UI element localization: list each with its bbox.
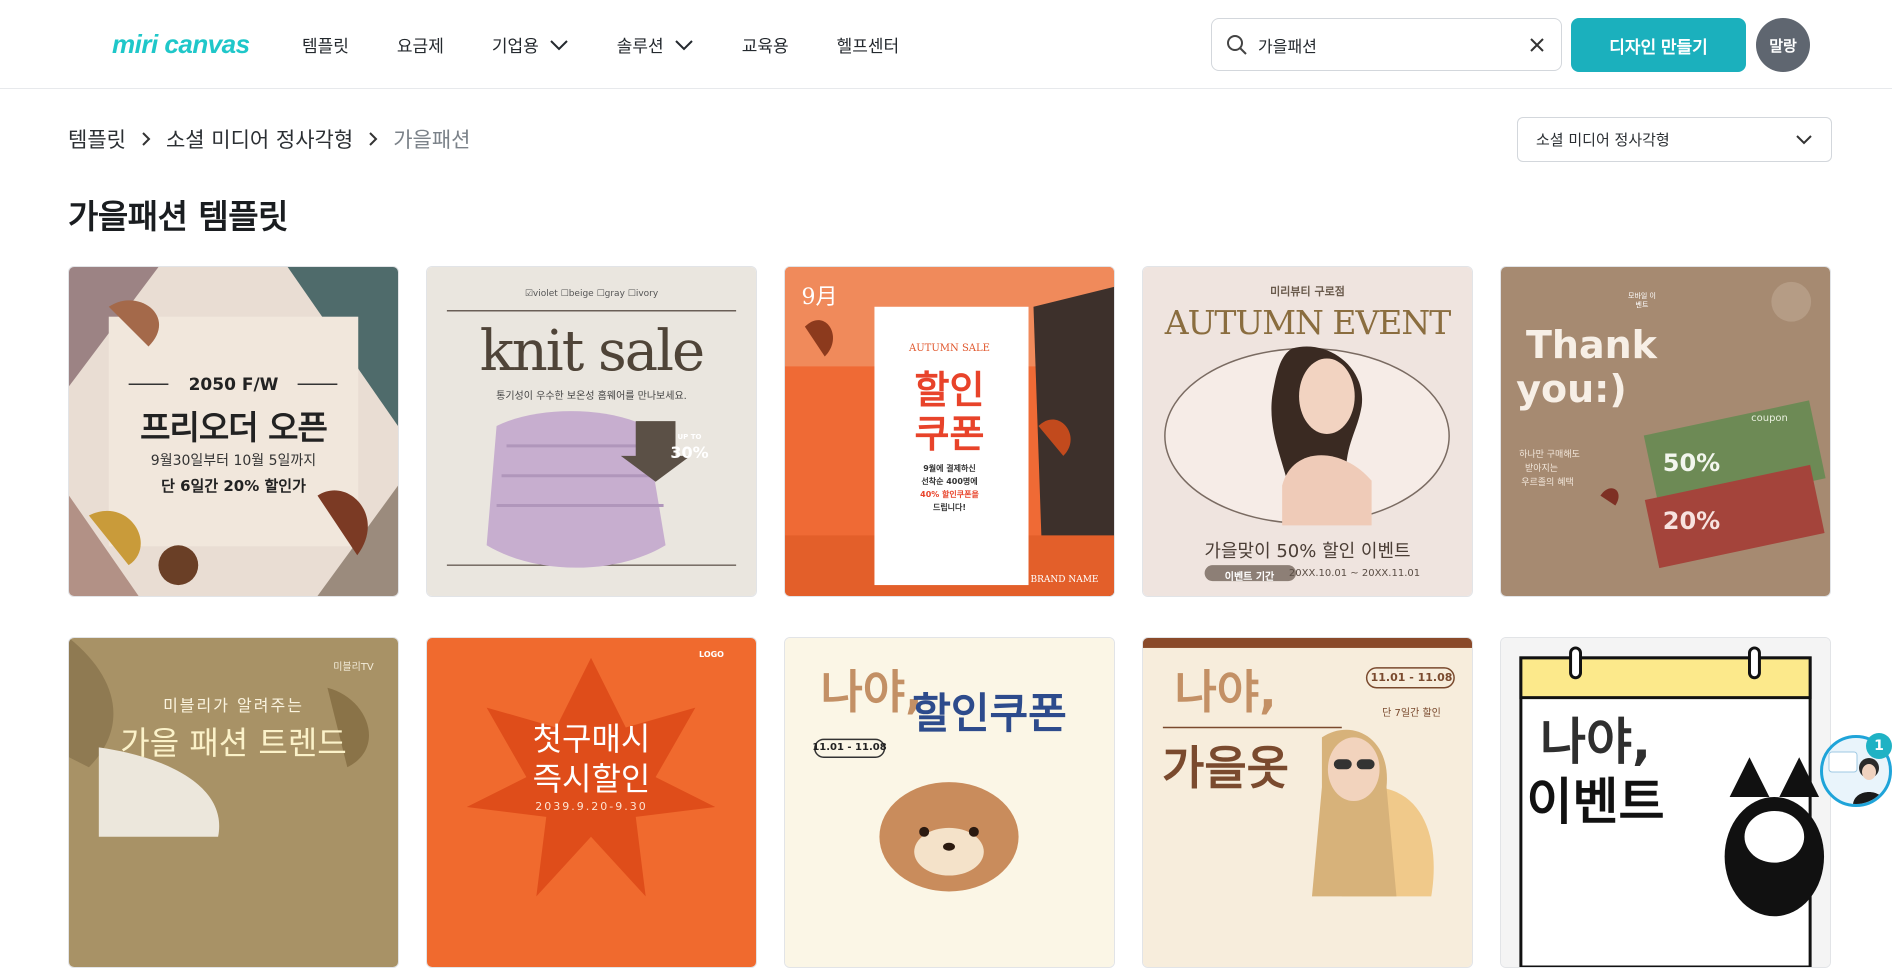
- main-nav: 템플릿 요금제 기업용 솔루션 교육용 헬프센터: [302, 0, 947, 89]
- format-select[interactable]: 소셜 미디어 정사각형: [1517, 117, 1832, 162]
- card-text: 단 6일간 20% 할인가: [161, 477, 306, 495]
- card-text: Thank: [1526, 323, 1657, 367]
- template-card[interactable]: 미리뷰티 구로점 AUTUMN EVENT 가을맞이 50% 할인 이벤트 이벤…: [1142, 266, 1473, 597]
- card-text: 가을 패션 트렌드: [120, 724, 347, 762]
- card-text: 2039.9.20-9.30: [535, 800, 648, 813]
- top-header: miri canvas 템플릿 요금제 기업용 솔루션 교육용 헬프센터 디자인…: [0, 0, 1892, 89]
- template-thumbnail: [69, 638, 398, 967]
- card-text: 선착순 400명에: [921, 477, 978, 486]
- template-card[interactable]: 9月 AUTUMN SALE 할인 쿠폰 9월에 결제하신 선착순 400명에 …: [784, 266, 1115, 597]
- card-text: 모바일 이벤트: [1628, 292, 1656, 309]
- card-text: AUTUMN SALE: [909, 343, 990, 354]
- template-card[interactable]: 나야, 이벤트: [1500, 637, 1831, 968]
- nav-education[interactable]: 교육용: [742, 32, 789, 57]
- card-text: 가을옷: [1162, 741, 1289, 795]
- search-input[interactable]: [1258, 35, 1527, 54]
- card-text: UP TO: [677, 433, 702, 441]
- card-text: 9월30일부터 10월 5일까지: [150, 453, 317, 469]
- card-text: 할인쿠폰: [912, 689, 1067, 738]
- miricanvas-logo[interactable]: miri canvas: [112, 29, 250, 59]
- card-text: AUTUMN EVENT: [1164, 303, 1452, 342]
- template-card[interactable]: 미블리TV 미블리가 알려주는 가을 패션 트렌드: [68, 637, 399, 968]
- page-title: 가을패션 템플릿: [68, 197, 289, 236]
- chevron-down-icon: [550, 39, 568, 50]
- card-text: 미리뷰티 구로점: [1270, 285, 1345, 298]
- card-text: 쿠폰: [914, 412, 985, 456]
- chat-notification-badge: 1: [1866, 733, 1892, 759]
- card-text: you:): [1516, 367, 1627, 411]
- clear-search-icon[interactable]: [1527, 35, 1547, 55]
- create-design-button[interactable]: 디자인 만들기: [1571, 18, 1746, 72]
- breadcrumb-templates[interactable]: 템플릿: [68, 124, 126, 154]
- chevron-right-icon: [142, 132, 151, 146]
- card-text: 드립니다!: [932, 503, 967, 512]
- card-text: LOGO: [699, 650, 724, 659]
- card-text: 11.01 - 11.08: [812, 742, 887, 753]
- nav-help-center[interactable]: 헬프센터: [837, 32, 900, 57]
- chevron-right-icon: [369, 132, 378, 146]
- card-text: 이벤트: [1526, 773, 1665, 831]
- breadcrumb-current: 가을패션: [393, 128, 471, 152]
- card-text: 30%: [670, 443, 709, 462]
- card-text: 프리오더 오픈: [140, 408, 328, 447]
- user-avatar[interactable]: 말랑: [1756, 18, 1810, 72]
- card-text: 즉시할인: [532, 760, 651, 798]
- template-card[interactable]: 2050 F/W 프리오더 오픈 9월30일부터 10월 5일까지 단 6일간 …: [68, 266, 399, 597]
- card-text: 미블리TV: [333, 662, 374, 673]
- card-text: 통기성이 우수한 보온성 홈웨어를 만나보세요.: [496, 391, 687, 402]
- card-text: 2050 F/W: [188, 375, 279, 395]
- nav-templates[interactable]: 템플릿: [302, 32, 349, 57]
- card-text: coupon: [1751, 413, 1788, 424]
- template-card[interactable]: ☑violet ☐beige ☐gray ☐ivory knit sale 통기…: [426, 266, 757, 597]
- card-text: 11.01 - 11.08: [1370, 671, 1453, 684]
- card-text: 미블리가 알려주는: [163, 696, 304, 715]
- breadcrumb: 템플릿 소셜 미디어 정사각형 가을패션: [68, 124, 470, 154]
- nav-enterprise[interactable]: 기업용: [492, 32, 569, 57]
- nav-solutions[interactable]: 솔루션: [617, 32, 694, 57]
- format-select-value: 소셜 미디어 정사각형: [1536, 131, 1670, 149]
- nav-pricing[interactable]: 요금제: [397, 32, 444, 57]
- chevron-down-icon: [674, 39, 693, 50]
- card-text: knit sale: [479, 319, 705, 384]
- template-card[interactable]: Thank you:) 하나만 구매해도 받아지는 우르졸의 혜택 coupon…: [1500, 266, 1831, 597]
- card-text: 50%: [1662, 449, 1721, 477]
- template-thumbnail: [1501, 267, 1830, 596]
- card-text: 9월에 결제하신: [923, 464, 976, 473]
- template-card[interactable]: LOGO 첫구매시 즉시할인 2039.9.20-9.30: [426, 637, 757, 968]
- card-text: 가을맞이 50% 할인 이벤트: [1204, 541, 1411, 562]
- template-thumbnail: [427, 267, 756, 596]
- chevron-down-icon: [1796, 135, 1812, 145]
- search-box: [1211, 18, 1562, 71]
- card-text: 20%: [1662, 507, 1721, 535]
- card-text: 20XX.10.01 ~ 20XX.11.01: [1288, 568, 1421, 579]
- card-text: 40% 할인쿠폰을: [920, 490, 979, 499]
- card-text: ☑violet ☐beige ☐gray ☐ivory: [524, 289, 659, 299]
- template-card[interactable]: 나야, 할인쿠폰 11.01 - 11.08: [784, 637, 1115, 968]
- breadcrumb-social-square[interactable]: 소셜 미디어 정사각형: [166, 124, 353, 154]
- template-card[interactable]: 나야, 가을옷 11.01 - 11.08 단 7일간 할인: [1142, 637, 1473, 968]
- card-text: BRAND NAME: [1030, 575, 1099, 585]
- card-text: 9月: [801, 285, 838, 310]
- search-icon: [1227, 34, 1247, 55]
- card-text: 단 7일간 할인: [1382, 708, 1441, 719]
